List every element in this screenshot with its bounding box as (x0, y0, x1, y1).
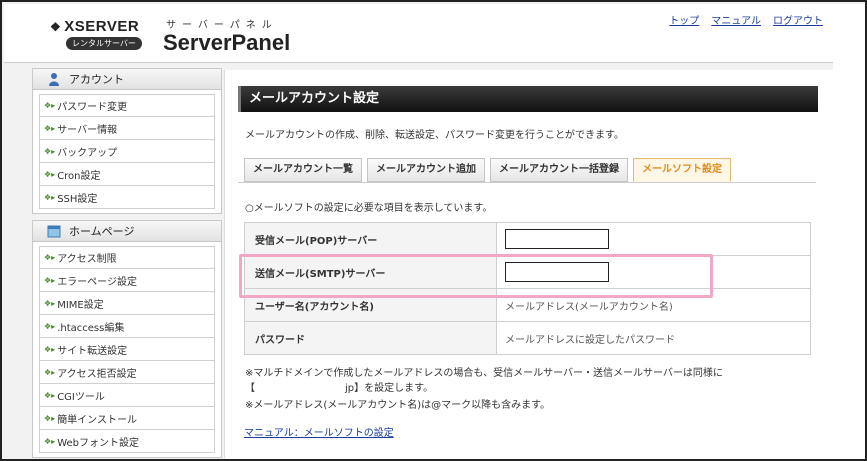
table-row: 送信メール(SMTP)サーバー (244, 255, 811, 289)
panel-title: ServerPanel (163, 30, 291, 55)
sidebar-item-label: Cron設定 (57, 170, 101, 182)
user-icon (47, 72, 61, 86)
settings-note: ○メールソフトの設定に必要な項目を表示しています。 (245, 203, 493, 214)
sidebar-item-cron[interactable]: ❖▸ Cron設定 (39, 163, 215, 186)
logo-badge: レンタルサーバー (66, 37, 142, 50)
sidebar-list-account: ❖▸ パスワード変更 ❖▸ サーバー情報 ❖▸ バックアップ ❖▸ Cron設定 ❖▸ S… (32, 90, 222, 214)
arrow-icon: ❖▸ (44, 344, 56, 354)
sidebar-item-cgi[interactable]: ❖▸ CGIツール (39, 384, 215, 407)
footnote-domain-text: jp】を設定します。 (345, 383, 434, 394)
sidebar-item-easy-install[interactable]: ❖▸ 簡単インストール (39, 407, 215, 430)
app-frame: ❖ XSERVER レンタルサーバー サーバーパネル ServerPanel トッ… (0, 0, 867, 461)
sidebar-heading-homepage: ホームページ (32, 220, 222, 242)
arrow-icon: ❖▸ (44, 275, 56, 285)
smtp-server-field[interactable] (505, 262, 609, 282)
tab-divider (238, 182, 816, 183)
arrow-icon: ❖▸ (44, 253, 56, 262)
page-icon (47, 224, 61, 238)
footnote-multidomain: ※マルチドメインで作成したメールアドレスの場合も、受信メールサーバー・送信メール… (245, 368, 723, 379)
sidebar-item-label: エラーページ設定 (57, 276, 137, 288)
pop-server-value (496, 222, 811, 256)
smtp-server-value (496, 255, 811, 289)
sidebar-item-label: パスワード変更 (57, 102, 128, 113)
table-row: ユーザー名(アカウント名) メールアドレス(メールアカウント名) (244, 288, 811, 322)
tab-account-list[interactable]: メールアカウント一覧 (244, 158, 362, 182)
sidebar-item-label: .htaccess編集 (57, 322, 125, 334)
username-label: ユーザー名(アカウント名) (244, 288, 497, 322)
footnote-bracket: 【 (245, 383, 255, 394)
tab-account-add[interactable]: メールアカウント追加 (367, 158, 485, 182)
pop-server-label: 受信メール(POP)サーバー (244, 222, 497, 256)
sidebar-item-site-redirect[interactable]: ❖▸ サイト転送設定 (39, 338, 215, 361)
settings-table: 受信メール(POP)サーバー 送信メール(SMTP)サーバー ユーザー名(アカウ… (244, 222, 811, 355)
arrow-icon: ❖▸ (44, 101, 56, 110)
logout-link[interactable]: ログアウト (773, 12, 823, 27)
logo-diamond-icon: ❖ (50, 20, 62, 34)
password-label: パスワード (244, 321, 497, 355)
sidebar-item-password[interactable]: ❖▸ パスワード変更 (39, 94, 215, 117)
sidebar-item-access-limit[interactable]: ❖▸ アクセス制限 (39, 246, 215, 269)
arrow-icon: ❖▸ (44, 298, 56, 308)
sidebar-item-label: バックアップ (57, 147, 118, 159)
tab-bar: メールアカウント一覧 メールアカウント追加 メールアカウント一括登録 メールソフ… (244, 158, 731, 182)
sidebar-item-server-info[interactable]: ❖▸ サーバー情報 (39, 117, 215, 140)
sidebar-item-label: サーバー情報 (57, 124, 118, 136)
smtp-server-label: 送信メール(SMTP)サーバー (244, 255, 497, 289)
sidebar-item-error-page[interactable]: ❖▸ エラーページ設定 (39, 269, 215, 292)
sidebar-item-access-deny[interactable]: ❖▸ アクセス拒否設定 (39, 361, 215, 384)
sidebar-item-htaccess[interactable]: ❖▸ .htaccess編集 (39, 315, 215, 338)
arrow-icon: ❖▸ (44, 123, 56, 133)
sidebar-item-ssh[interactable]: ❖▸ SSH設定 (39, 186, 215, 209)
sidebar-item-label: MIME設定 (57, 299, 104, 311)
arrow-icon: ❖▸ (44, 413, 56, 423)
sidebar-heading-account: アカウント (32, 68, 222, 90)
main-content: メールアカウント設定 メールアカウントの作成、削除、転送設定、パスワード変更を行… (224, 70, 833, 459)
sidebar-item-label: SSH設定 (57, 193, 98, 205)
sidebar-item-label: アクセス拒否設定 (57, 368, 137, 380)
pop-server-field[interactable] (505, 229, 609, 249)
page-title: メールアカウント設定 (238, 86, 818, 112)
right-margin (833, 4, 865, 459)
header: ❖ XSERVER レンタルサーバー サーバーパネル ServerPanel トッ… (4, 4, 833, 63)
sidebar-item-label: CGIツール (57, 391, 105, 403)
sidebar-item-mime[interactable]: ❖▸ MIME設定 (39, 292, 215, 315)
arrow-icon: ❖▸ (44, 169, 56, 179)
tab-mail-software[interactable]: メールソフト設定 (633, 158, 731, 182)
sidebar-heading-label: ホームページ (69, 225, 135, 238)
arrow-icon: ❖▸ (44, 367, 56, 377)
manual-link-top[interactable]: マニュアル (711, 12, 761, 27)
top-links: トップ マニュアル ログアウト (669, 12, 823, 27)
sidebar-item-label: アクセス制限 (57, 254, 117, 265)
sidebar-item-label: Webフォント設定 (57, 437, 139, 449)
sidebar-heading-label: アカウント (69, 73, 124, 86)
arrow-icon: ❖▸ (44, 192, 56, 202)
tab-account-bulk[interactable]: メールアカウント一括登録 (490, 158, 628, 182)
xserver-logo[interactable]: ❖ XSERVER レンタルサーバー (50, 18, 150, 58)
sidebar-item-backup[interactable]: ❖▸ バックアップ (39, 140, 215, 163)
arrow-icon: ❖▸ (44, 321, 56, 331)
panel-kana: サーバーパネル (166, 20, 278, 31)
password-value: メールアドレスに設定したパスワード (496, 321, 811, 355)
manual-link-mail-software[interactable]: マニュアル：メールソフトの設定 (244, 424, 394, 439)
page-description: メールアカウントの作成、削除、転送設定、パスワード変更を行うことができます。 (245, 130, 624, 141)
sidebar: アカウント ❖▸ パスワード変更 ❖▸ サーバー情報 ❖▸ バックアップ ❖▸ Cron… (32, 68, 222, 459)
footnote-domain: 【 jp】を設定します。 (245, 379, 433, 394)
logo-name: XSERVER (64, 18, 140, 35)
arrow-icon: ❖▸ (44, 390, 56, 400)
top-link[interactable]: トップ (669, 12, 699, 27)
username-value: メールアドレス(メールアカウント名) (496, 288, 811, 322)
table-row: 受信メール(POP)サーバー (244, 222, 811, 256)
sidebar-item-webfont[interactable]: ❖▸ Webフォント設定 (39, 430, 215, 453)
sidebar-item-label: サイト転送設定 (57, 345, 128, 357)
sidebar-item-label: 簡単インストール (57, 414, 137, 426)
footnote-at-mark: ※メールアドレス(メールアカウント名)は@マーク以降も含みます。 (245, 400, 551, 411)
arrow-icon: ❖▸ (44, 436, 56, 446)
table-row: パスワード メールアドレスに設定したパスワード (244, 321, 811, 355)
sidebar-list-homepage: ❖▸ アクセス制限 ❖▸ エラーページ設定 ❖▸ MIME設定 ❖▸ .htaccess… (32, 242, 222, 458)
arrow-icon: ❖▸ (44, 146, 56, 156)
